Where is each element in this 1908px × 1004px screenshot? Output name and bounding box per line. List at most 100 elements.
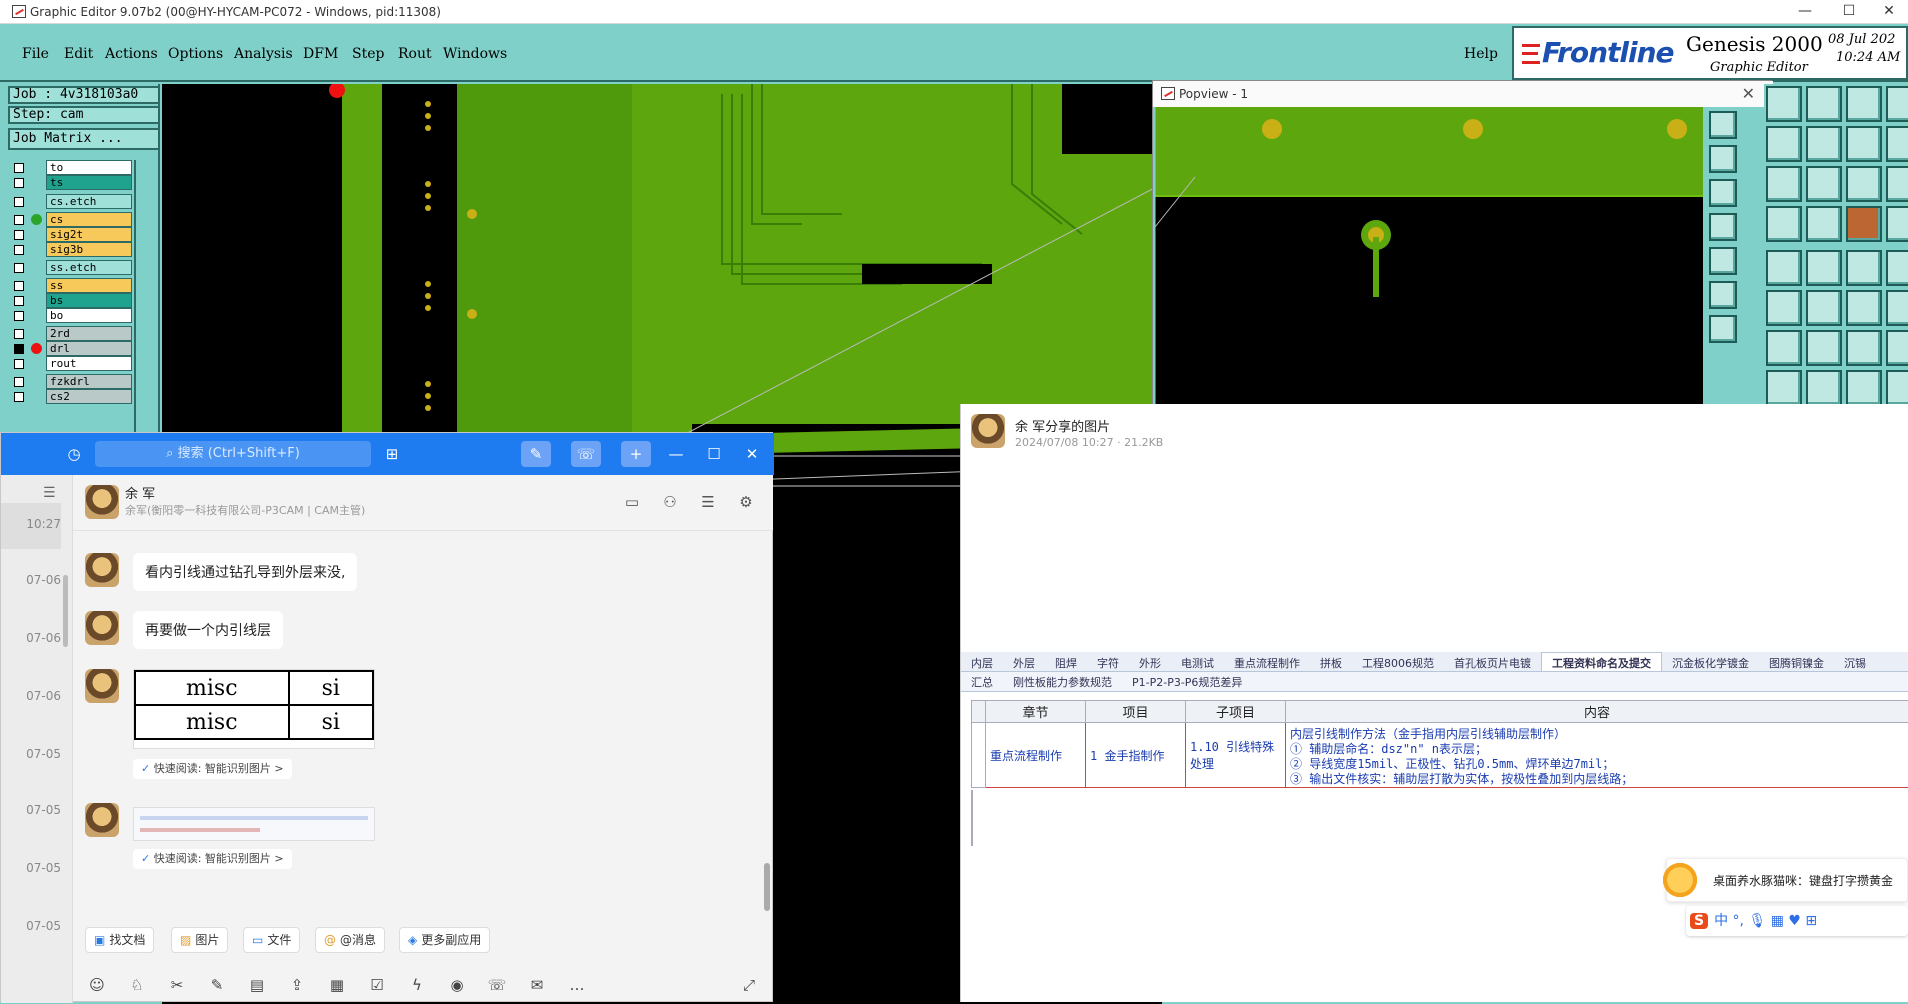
layer-checkbox[interactable] xyxy=(14,163,24,173)
add-member-icon[interactable]: ⚇ xyxy=(659,493,681,515)
layer-row-fzkdrl[interactable]: fzkdrl xyxy=(10,374,134,389)
tool-ruler-icon[interactable] xyxy=(1886,126,1908,162)
folder-icon[interactable]: ▭ xyxy=(621,493,643,515)
layer-name[interactable]: bs xyxy=(46,293,132,308)
tool-pad-icon[interactable] xyxy=(1766,250,1802,286)
tool-net-icon[interactable] xyxy=(1846,206,1882,242)
menu-windows[interactable]: Windows xyxy=(443,46,507,62)
chat-scrollbar[interactable] xyxy=(764,863,770,911)
tool-line-icon[interactable] xyxy=(1806,330,1842,366)
layer-checkbox[interactable] xyxy=(14,296,24,306)
layer-row-ts[interactable]: ts xyxy=(10,175,134,190)
menu-analysis[interactable]: Analysis xyxy=(234,46,293,62)
tool-curve-icon[interactable] xyxy=(1846,330,1882,366)
popview-canvas[interactable] xyxy=(1155,107,1703,407)
tool-grid-icon[interactable] xyxy=(1806,206,1842,242)
popview-close-button[interactable]: ✕ xyxy=(1742,81,1755,107)
layer-row-ss[interactable]: ss xyxy=(10,278,134,293)
tool-add-pad-icon[interactable] xyxy=(1846,290,1882,326)
job-matrix-button[interactable]: Job Matrix ... xyxy=(8,128,160,150)
expand-icon[interactable]: ⤢ xyxy=(737,973,761,997)
find-docs-button[interactable]: ▣找文档 xyxy=(85,927,154,953)
mic-icon[interactable]: 🎙 xyxy=(1748,913,1766,929)
tool-pan-left-icon[interactable] xyxy=(1766,126,1802,162)
layer-checkbox[interactable] xyxy=(14,377,24,387)
layer-checkbox[interactable] xyxy=(14,329,24,339)
layer-checkbox[interactable] xyxy=(14,178,24,188)
layer-name[interactable]: bo xyxy=(46,308,132,323)
tool-scale-icon[interactable] xyxy=(1846,166,1882,202)
menu-step[interactable]: Step xyxy=(352,46,384,62)
tool-arc-icon[interactable] xyxy=(1886,290,1908,326)
layer-name[interactable]: fzkdrl xyxy=(46,374,132,389)
tool-select-icon[interactable] xyxy=(1886,206,1908,242)
menu-dfm[interactable]: DFM xyxy=(303,46,338,62)
conversation-scrollbar[interactable] xyxy=(63,575,68,647)
emoji-icon[interactable]: ☺ xyxy=(85,973,109,997)
tool-arc2-icon[interactable] xyxy=(1886,330,1908,366)
tool-line-width-icon[interactable] xyxy=(1846,250,1882,286)
ai-assistant-icon[interactable]: ✎ xyxy=(521,441,551,467)
menu-options[interactable]: Options xyxy=(168,46,223,62)
tool-target-icon[interactable] xyxy=(1886,250,1908,286)
popview-window[interactable]: Popview - 1 ✕ xyxy=(1152,80,1772,406)
menu-actions[interactable]: Actions xyxy=(105,46,158,62)
more-icon[interactable]: … xyxy=(565,973,589,997)
scissors-icon[interactable]: ✂ xyxy=(165,973,189,997)
menu-edit[interactable]: Edit xyxy=(64,46,93,62)
layer-name[interactable]: cs2 xyxy=(46,389,132,404)
tool-home-icon[interactable] xyxy=(1846,86,1882,122)
message-bubble[interactable]: 再要做一个内引线层 xyxy=(133,611,283,649)
layer-checkbox[interactable] xyxy=(14,281,24,291)
sender-avatar[interactable] xyxy=(85,611,119,645)
layer-name[interactable]: sig2t xyxy=(46,227,132,242)
quick-read-link[interactable]: ✓ 快速阅读: 智能识别图片 > xyxy=(133,759,292,779)
layer-row-drl[interactable]: drl xyxy=(10,341,134,356)
layer-name[interactable]: cs.etch xyxy=(46,194,132,209)
file-button[interactable]: ▭文件 xyxy=(243,927,300,953)
layer-row-sig3b[interactable]: sig3b xyxy=(10,242,134,257)
layer-name[interactable]: ss.etch xyxy=(46,260,132,275)
layer-name[interactable]: ss xyxy=(46,278,132,293)
tool-zoom-in-icon[interactable] xyxy=(1766,86,1802,122)
popview-pan-icon[interactable] xyxy=(1709,145,1737,173)
layer-row-ss.etch[interactable]: ss.etch xyxy=(10,260,134,275)
tool-pan-right-icon[interactable] xyxy=(1806,126,1842,162)
layer-row-sig2t[interactable]: sig2t xyxy=(10,227,134,242)
layer-checkbox[interactable] xyxy=(14,392,24,402)
layer-name[interactable]: sig3b xyxy=(46,242,132,257)
sender-avatar[interactable] xyxy=(85,553,119,587)
quick-read-link[interactable]: ✓ 快速阅读: 智能识别图片 > xyxy=(133,849,292,869)
chat-close-button[interactable]: ✕ xyxy=(737,441,767,467)
tool-connect-icon[interactable] xyxy=(1766,290,1802,326)
tool-fit-icon[interactable] xyxy=(1766,166,1802,202)
settings-gear-icon[interactable]: ⚙ xyxy=(735,493,757,515)
chat-minimize-button[interactable]: — xyxy=(661,441,691,467)
popview-fit-icon[interactable] xyxy=(1709,179,1737,207)
contact-avatar[interactable] xyxy=(85,485,119,519)
history-icon[interactable]: ◷ xyxy=(59,441,89,467)
mini-apps-icon[interactable]: ⊞ xyxy=(377,441,407,467)
layer-row-bs[interactable]: bs xyxy=(10,293,134,308)
layer-row-cs[interactable]: cs xyxy=(10,212,134,227)
more-apps-button[interactable]: ◈更多副应用 xyxy=(399,927,490,953)
tool-zoom-out-icon[interactable] xyxy=(1806,86,1842,122)
tool-color-icon[interactable] xyxy=(1806,250,1842,286)
ime-status-bar[interactable]: S中 °, 🎙 ▦ ♥ ⊞ xyxy=(1686,906,1908,936)
menu-help[interactable]: Help xyxy=(1464,46,1498,62)
layer-name[interactable]: cs xyxy=(46,212,132,227)
layer-checkbox[interactable] xyxy=(14,263,24,273)
sender-avatar[interactable] xyxy=(85,669,119,703)
image-button[interactable]: ▨图片 xyxy=(171,927,228,953)
close-button[interactable]: ✕ xyxy=(1868,0,1908,24)
layer-row-rout[interactable]: rout xyxy=(10,356,134,371)
popview-zoom-icon[interactable] xyxy=(1709,111,1737,139)
list-menu-icon[interactable]: ☰ xyxy=(43,485,56,501)
layer-name[interactable]: 2rd xyxy=(46,326,132,341)
calendar-icon[interactable]: ▦ xyxy=(325,973,349,997)
tool-redraw-icon[interactable] xyxy=(1846,126,1882,162)
tool-dimension-icon[interactable] xyxy=(1846,370,1882,406)
layer-row-2rd[interactable]: 2rd xyxy=(10,326,134,341)
tool-settings-icon[interactable] xyxy=(1886,370,1908,406)
note-icon[interactable]: ▤ xyxy=(245,973,269,997)
